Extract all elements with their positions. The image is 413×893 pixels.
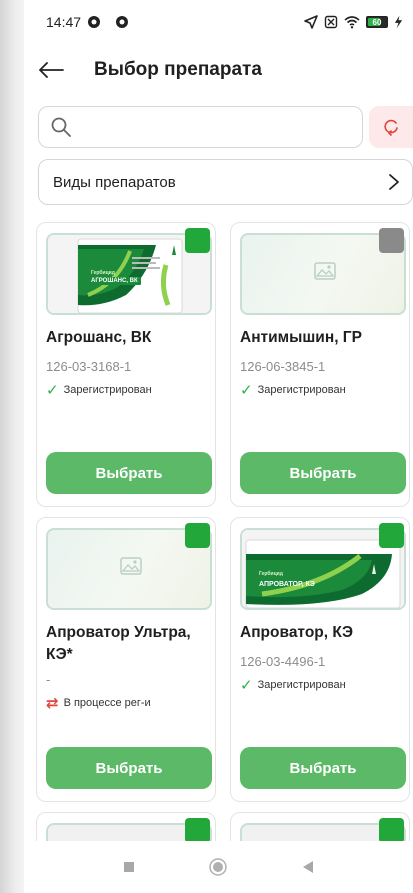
status-text: Зарегистрирован: [257, 384, 346, 396]
category-selector[interactable]: Виды препаратов: [38, 159, 413, 205]
wifi-icon: [344, 16, 360, 29]
refresh-icon: [384, 119, 398, 136]
battery-icon: 60: [366, 16, 388, 28]
checkmark-icon: ✓: [240, 677, 253, 694]
product-name: Апроватор, КЭ: [240, 624, 354, 641]
search-input[interactable]: [79, 108, 363, 146]
search-row: [24, 106, 413, 148]
status-text: Зарегистрирован: [63, 384, 152, 396]
product-code: 126-03-3168-1: [46, 359, 132, 374]
select-checkbox[interactable]: [379, 818, 404, 843]
reset-filter-button[interactable]: [369, 106, 413, 148]
page-title: Выбор препарата: [94, 59, 262, 80]
charging-icon: [394, 15, 403, 29]
status-time: 14:47: [46, 14, 82, 30]
pack-label: АПРОВАТОР, КЭ: [259, 581, 315, 588]
select-button[interactable]: Выбрать: [46, 747, 212, 789]
product-status: ✓ Зарегистрирован: [240, 676, 346, 694]
pack-caption: Гербицид: [91, 270, 115, 276]
location-icon: [304, 15, 318, 29]
select-button[interactable]: Выбрать: [46, 452, 212, 494]
notification-icon: [88, 16, 101, 28]
product-card[interactable]: Гербицид АПРОВАТОР, КЭ Апроватор, КЭ 126…: [230, 517, 410, 802]
pack-caption: Гербицид: [259, 571, 283, 577]
search-box[interactable]: [38, 106, 364, 148]
category-label: Виды препаратов: [53, 173, 176, 191]
product-code: -: [46, 672, 51, 687]
home-button[interactable]: [203, 852, 233, 882]
product-status: ✓ Зарегистрирован: [46, 381, 152, 399]
product-card[interactable]: Гербицид АГРОШАНС, ВК Агрошанс, ВК 126-0…: [36, 222, 216, 507]
status-text: Зарегистрирован: [257, 679, 346, 691]
select-button[interactable]: Выбрать: [240, 452, 406, 494]
product-card[interactable]: Апроватор Ультра, КЭ* - ⇄ В процессе рег…: [36, 517, 216, 802]
sim-off-icon: [324, 15, 338, 29]
triangle-left-icon: [303, 861, 314, 873]
select-button[interactable]: Выбрать: [240, 747, 406, 789]
status-text: В процессе рег-и: [63, 697, 151, 709]
select-checkbox[interactable]: [185, 523, 210, 548]
checkmark-icon: ✓: [240, 382, 253, 399]
back-nav-button[interactable]: [293, 852, 323, 882]
chevron-right-icon: [389, 174, 399, 190]
search-icon: [51, 117, 71, 137]
square-icon: [123, 862, 134, 872]
back-button[interactable]: [38, 55, 68, 85]
product-status: ⇄ В процессе рег-и: [46, 694, 151, 712]
circle-icon: [209, 858, 228, 876]
sync-icon: ⇄: [46, 695, 59, 712]
product-name: Антимышин, ГР: [240, 329, 362, 346]
product-code: 126-03-4496-1: [240, 654, 326, 669]
notification-icon: [116, 16, 129, 28]
pack-label: АГРОШАНС, ВК: [88, 277, 141, 285]
product-name: Агрошанс, ВК: [46, 329, 152, 346]
product-name: Апроватор Ультра, КЭ*: [46, 624, 191, 663]
select-checkbox[interactable]: [185, 228, 210, 253]
arrow-left-icon: [39, 62, 64, 78]
product-card[interactable]: Антимышин, ГР 126-06-3845-1 ✓ Зарегистри…: [230, 222, 410, 507]
background-edge: [0, 0, 24, 893]
select-checkbox[interactable]: [379, 523, 404, 548]
product-code: 126-06-3845-1: [240, 359, 326, 374]
page-header: Выбор препарата: [24, 44, 413, 96]
status-bar: 14:47 60: [24, 0, 413, 44]
image-placeholder-icon: [314, 262, 336, 280]
product-status: ✓ Зарегистрирован: [240, 381, 346, 399]
system-navigation-bar: [24, 841, 413, 893]
battery-level: 60: [372, 17, 382, 27]
image-placeholder-icon: [120, 557, 142, 575]
recent-apps-button[interactable]: [114, 852, 144, 882]
select-checkbox[interactable]: [379, 228, 404, 253]
checkmark-icon: ✓: [46, 382, 59, 399]
app-screen: 14:47 60 Выбор препарата Виды препаратов…: [24, 0, 413, 893]
select-checkbox[interactable]: [185, 818, 210, 843]
